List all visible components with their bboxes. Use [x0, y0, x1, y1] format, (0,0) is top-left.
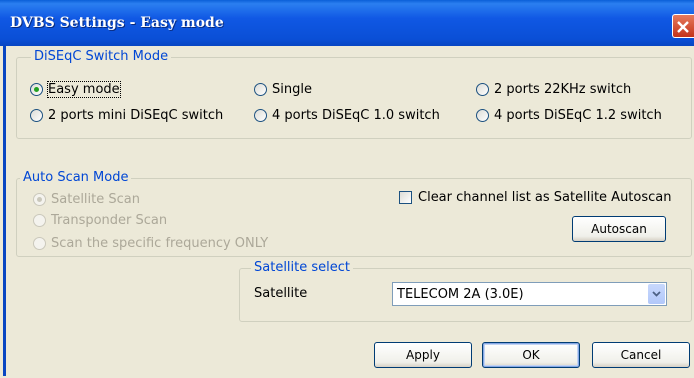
chevron-down-icon — [652, 291, 661, 297]
radio-indicator — [33, 193, 46, 206]
autoscan-button[interactable]: Autoscan — [572, 216, 666, 242]
checkbox-box — [399, 191, 412, 204]
diseqc-group — [16, 57, 692, 139]
radio-4-ports-diseqc-1-0[interactable]: 4 ports DiSEqC 1.0 switch — [254, 108, 440, 123]
radio-2-ports-22khz[interactable]: 2 ports 22KHz switch — [476, 82, 631, 97]
radio-indicator — [33, 214, 46, 227]
close-icon — [677, 21, 689, 33]
radio-indicator — [476, 83, 489, 96]
apply-button[interactable]: Apply — [374, 342, 472, 368]
radio-easy-mode[interactable]: Easy mode — [30, 81, 121, 98]
satellite-selected-value: TELECOM 2A (3.0E) — [397, 287, 524, 302]
checkbox-label: Clear channel list as Satellite Autoscan — [418, 190, 672, 205]
radio-single[interactable]: Single — [254, 82, 312, 97]
radio-label: 4 ports DiSEqC 1.2 switch — [494, 108, 662, 123]
dropdown-arrow-button[interactable] — [648, 284, 665, 304]
satellite-label: Satellite — [254, 286, 308, 301]
radio-label: Easy mode — [47, 81, 121, 98]
radio-label: Satellite Scan — [51, 192, 140, 207]
radio-label: 2 ports 22KHz switch — [494, 82, 632, 97]
radio-indicator — [33, 237, 46, 250]
radio-indicator — [254, 109, 267, 122]
dialog-body: DiSEqC Switch Mode Easy mode Single 2 po… — [3, 46, 694, 376]
clear-channel-list-checkbox[interactable]: Clear channel list as Satellite Autoscan — [399, 190, 672, 205]
radio-satellite-scan[interactable]: Satellite Scan — [33, 192, 140, 207]
radio-label: 4 ports DiSEqC 1.0 switch — [272, 108, 440, 123]
radio-indicator — [476, 109, 489, 122]
window-title: DVBS Settings - Easy mode — [10, 15, 224, 31]
radio-transponder-scan[interactable]: Transponder Scan — [33, 213, 167, 228]
cancel-button[interactable]: Cancel — [592, 342, 690, 368]
radio-label: Scan the specific frequency ONLY — [51, 236, 269, 251]
radio-indicator — [254, 83, 267, 96]
radio-2-ports-mini-diseqc[interactable]: 2 ports mini DiSEqC switch — [30, 108, 223, 123]
radio-label: Transponder Scan — [51, 213, 168, 228]
satellite-dropdown[interactable]: TELECOM 2A (3.0E) — [392, 282, 667, 306]
ok-button[interactable]: OK — [482, 342, 580, 368]
radio-scan-specific-frequency[interactable]: Scan the specific frequency ONLY — [33, 236, 268, 251]
radio-label: 2 ports mini DiSEqC switch — [48, 108, 224, 123]
diseqc-legend: DiSEqC Switch Mode — [31, 49, 172, 64]
radio-4-ports-diseqc-1-2[interactable]: 4 ports DiSEqC 1.2 switch — [476, 108, 662, 123]
close-button[interactable] — [672, 14, 694, 38]
radio-label: Single — [272, 82, 312, 97]
radio-indicator — [30, 109, 43, 122]
satellite-select-legend: Satellite select — [251, 260, 354, 275]
radio-indicator — [30, 83, 43, 96]
autoscan-legend: Auto Scan Mode — [20, 170, 132, 185]
title-bar[interactable]: DVBS Settings - Easy mode — [0, 0, 694, 46]
dialog-window: DVBS Settings - Easy mode DiSEqC Switch … — [0, 0, 694, 378]
